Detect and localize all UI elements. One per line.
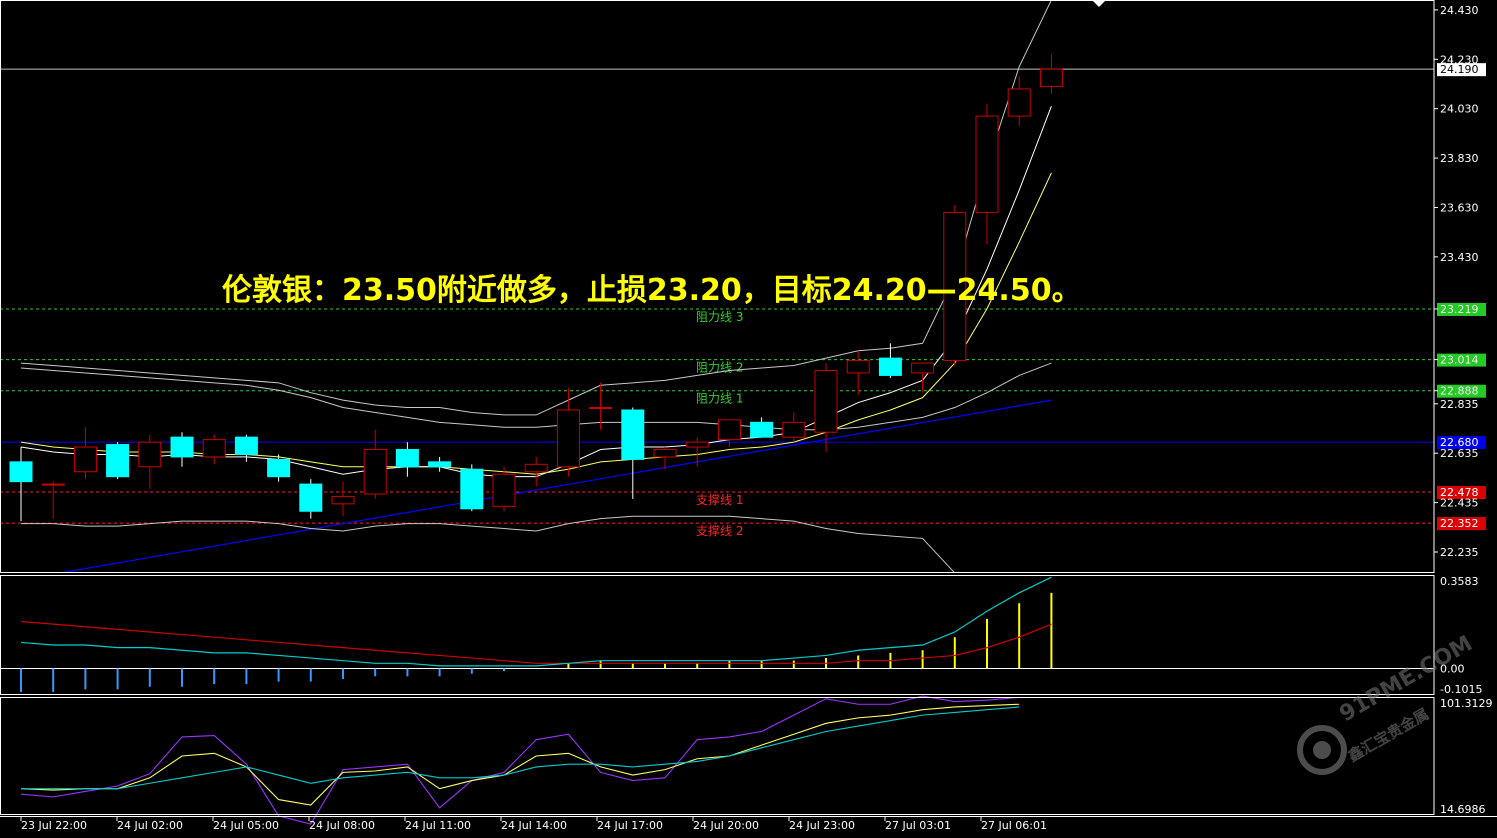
- panel-frame-3: [0, 697, 1435, 815]
- y-tick-label: 23.219: [1440, 303, 1479, 316]
- main-price-panel: 阻力线 3 阻力线 2 阻力线 1 支撑线 1 支撑线 2: [0, 0, 1434, 573]
- x-tick-label: 27 Jul 03:01: [885, 819, 951, 832]
- candle-body-bull: [41, 483, 65, 486]
- bollinger-upper: [20, 0, 1052, 416]
- macd-signal-line: [20, 620, 1052, 664]
- y-tick-label: 22.435: [1440, 497, 1479, 510]
- panel-frame-2: [0, 575, 1435, 695]
- candle-body-bull: [814, 369, 838, 433]
- candle-body-bull: [202, 439, 226, 458]
- y-tick-label: 22.888: [1440, 385, 1479, 398]
- x-tick-label: 24 Jul 14:00: [501, 819, 567, 832]
- x-tick-label: 24 Jul 08:00: [309, 819, 375, 832]
- candle-body-bear: [299, 483, 323, 512]
- candle-body-bear: [106, 444, 130, 478]
- macd-y-tick-label: -0.1015: [1440, 683, 1482, 696]
- price-tag-text-6: 22.352: [1440, 517, 1479, 530]
- candle-body-bull: [1039, 68, 1063, 87]
- candle-body-bull: [363, 449, 387, 495]
- candle-body-bear: [267, 458, 291, 478]
- axes: 23.21923.01422.88822.68022.47822.35224.1…: [0, 0, 1497, 832]
- candle-body-bear: [428, 461, 452, 468]
- candle-body-bull: [1007, 88, 1031, 117]
- candle-body-bull: [782, 421, 806, 438]
- candle-body-bull: [685, 441, 709, 448]
- watermark-logo-core-icon: [1313, 741, 1331, 759]
- candle-body-bull: [846, 360, 870, 374]
- level-label-6: 支撑线 2: [696, 523, 743, 538]
- candle-body-bear: [9, 461, 33, 483]
- y-tick-label: 22.635: [1440, 447, 1479, 460]
- bollinger-lower: [21, 515, 956, 573]
- macd-y-tick-label: 0.3583: [1440, 575, 1479, 588]
- main-clipped: 阻力线 3 阻力线 2 阻力线 1 支撑线 1 支撑线 2: [0, 0, 1434, 573]
- x-tick-label: 24 Jul 20:00: [693, 819, 759, 832]
- candle-body-bear: [621, 409, 645, 460]
- y-tick-label: 23.630: [1440, 201, 1479, 214]
- candle-body-bull: [73, 446, 97, 473]
- oscillator-y-tick-label: 14.6986: [1440, 803, 1486, 816]
- candle-body-bear: [460, 468, 484, 510]
- y-tick-label: 23.830: [1440, 152, 1479, 165]
- candle-body-bull: [589, 407, 613, 410]
- headline: 伦敦银：23.50附近做多，止损23.20，目标24.20—24.50。: [222, 273, 1082, 308]
- macd-panel: [0, 576, 1434, 692]
- y-tick-label: 22.835: [1440, 398, 1479, 411]
- oscillator-line-2: [20, 703, 1020, 806]
- candle-body-bull: [975, 115, 999, 213]
- candle-body-bear: [395, 449, 419, 468]
- y-tick-label: 23.430: [1440, 251, 1479, 264]
- oscillator-line-1: [20, 695, 1020, 825]
- oscillator-panel: [20, 695, 1020, 825]
- x-tick-label: 24 Jul 02:00: [117, 819, 183, 832]
- candle-body-bull: [524, 463, 548, 473]
- candle-body-bull: [492, 473, 516, 507]
- level-label-3: 阻力线 1: [696, 392, 743, 406]
- candle-body-bull: [138, 441, 162, 468]
- y-tick-label: 22.235: [1440, 546, 1479, 559]
- level-label-2: 阻力线 2: [696, 361, 743, 375]
- candle-body-bull: [911, 362, 935, 374]
- macd-line: [20, 576, 1052, 667]
- watermark-brand: 91PME.COM: [1336, 631, 1477, 727]
- level-label-1: 阻力线 3: [696, 310, 743, 324]
- x-tick-label: 23 Jul 22:00: [21, 819, 87, 832]
- level-label-5: 支撑线 1: [696, 492, 743, 507]
- candle-body-bull: [331, 495, 355, 505]
- y-tick-label: 24.030: [1440, 103, 1479, 116]
- candle-body-bear: [750, 421, 774, 438]
- chart: 阻力线 3 阻力线 2 阻力线 1 支撑线 1 支撑线 2 23.219 23.014 22…: [0, 0, 1497, 832]
- oscillator-y-tick-label: 101.3129: [1440, 697, 1493, 710]
- y-tick-label: 24.430: [1440, 4, 1479, 17]
- y-tick-label: 24.230: [1440, 53, 1479, 66]
- y-tick-label: 23.014: [1440, 354, 1479, 367]
- scroll-marker-icon: [1092, 0, 1106, 7]
- x-tick-label: 24 Jul 17:00: [597, 819, 663, 832]
- x-tick-label: 24 Jul 23:00: [789, 819, 855, 832]
- x-tick-label: 24 Jul 05:00: [213, 819, 279, 832]
- x-tick-label: 24 Jul 11:00: [405, 819, 471, 832]
- x-tick-label: 27 Jul 06:01: [981, 819, 1047, 832]
- candle-body-bull: [653, 449, 677, 458]
- candle-body-bear: [234, 436, 258, 455]
- candle-body-bull: [717, 419, 741, 441]
- moving-average-slow: [20, 172, 1052, 475]
- oscillator-line-3: [21, 706, 1020, 790]
- candle-body-bear: [878, 357, 902, 376]
- candle-body-bull: [556, 409, 580, 468]
- candle-body-bear: [170, 436, 194, 458]
